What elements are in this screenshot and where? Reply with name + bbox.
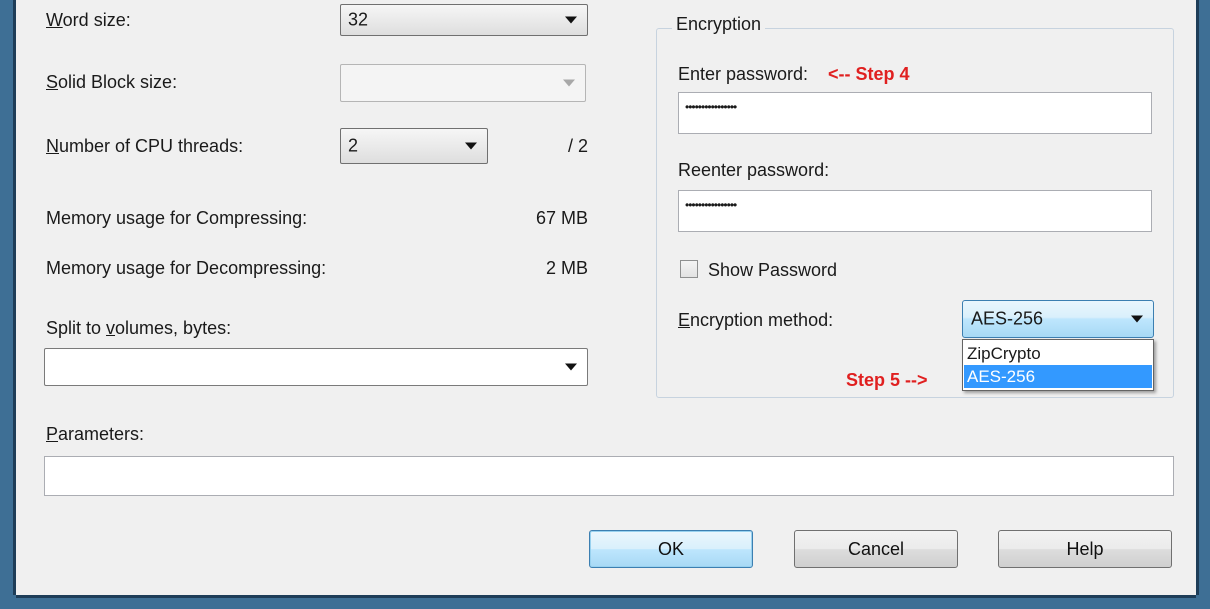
reenter-password-value: ••••••••••••••••: [685, 198, 737, 212]
option-zipcrypto[interactable]: ZipCrypto: [964, 342, 1152, 365]
chevron-down-icon: [1131, 315, 1143, 323]
memory-decompress-label: Memory usage for Decompressing:: [46, 258, 327, 278]
memory-compress-label: Memory usage for Compressing:: [46, 208, 308, 228]
cancel-button[interactable]: Cancel: [794, 530, 958, 568]
option-aes-256[interactable]: AES-256: [964, 365, 1152, 388]
reenter-password-input[interactable]: ••••••••••••••••: [678, 190, 1152, 232]
parameters-label: Parameters:: [46, 424, 145, 444]
solid-block-size-select[interactable]: [340, 64, 586, 102]
word-size-select[interactable]: 32: [340, 4, 588, 36]
chevron-down-icon: [565, 363, 577, 371]
enter-password-input[interactable]: ••••••••••••••••: [678, 92, 1152, 134]
window-frame-right: [1196, 0, 1210, 609]
encryption-group-title: Encryption: [672, 14, 766, 35]
word-size-value: 32: [348, 9, 369, 30]
step4-annotation: <-- Step 4: [828, 64, 910, 84]
reenter-password-label: Reenter password:: [678, 160, 830, 180]
help-button[interactable]: Help: [998, 530, 1172, 568]
show-password-label: Show Password: [708, 260, 838, 280]
memory-decompress-value: 2 MB: [545, 258, 588, 278]
cpu-threads-select[interactable]: 2: [340, 128, 488, 164]
parameters-input[interactable]: [44, 456, 1174, 496]
encryption-method-label: Encryption method:: [678, 310, 834, 330]
word-size-label: Word size:: [46, 10, 131, 30]
memory-compress-value: 67 MB: [535, 208, 588, 228]
chevron-down-icon: [465, 142, 477, 150]
enter-password-label: Enter password:: [678, 64, 809, 84]
chevron-down-icon: [565, 16, 577, 24]
split-volumes-combo[interactable]: [44, 348, 588, 386]
chevron-down-icon: [563, 79, 575, 87]
show-password-checkbox[interactable]: [680, 260, 698, 278]
window-frame-left: [0, 0, 16, 609]
encryption-method-select[interactable]: AES-256: [962, 300, 1154, 338]
split-volumes-label: Split to volumes, bytes:: [46, 318, 232, 338]
encryption-method-dropdown: ZipCrypto AES-256: [962, 339, 1154, 391]
cpu-threads-max: / 2: [567, 136, 588, 156]
solid-block-size-label: Solid Block size:: [46, 72, 178, 92]
cpu-threads-label: Number of CPU threads:: [46, 136, 244, 156]
ok-button[interactable]: OK: [589, 530, 753, 568]
cpu-threads-value: 2: [348, 135, 359, 156]
enter-password-value: ••••••••••••••••: [685, 100, 737, 114]
window-frame-bottom: [0, 595, 1210, 609]
encryption-method-value: AES-256: [971, 308, 1044, 329]
step5-annotation: Step 5 -->: [846, 370, 928, 390]
